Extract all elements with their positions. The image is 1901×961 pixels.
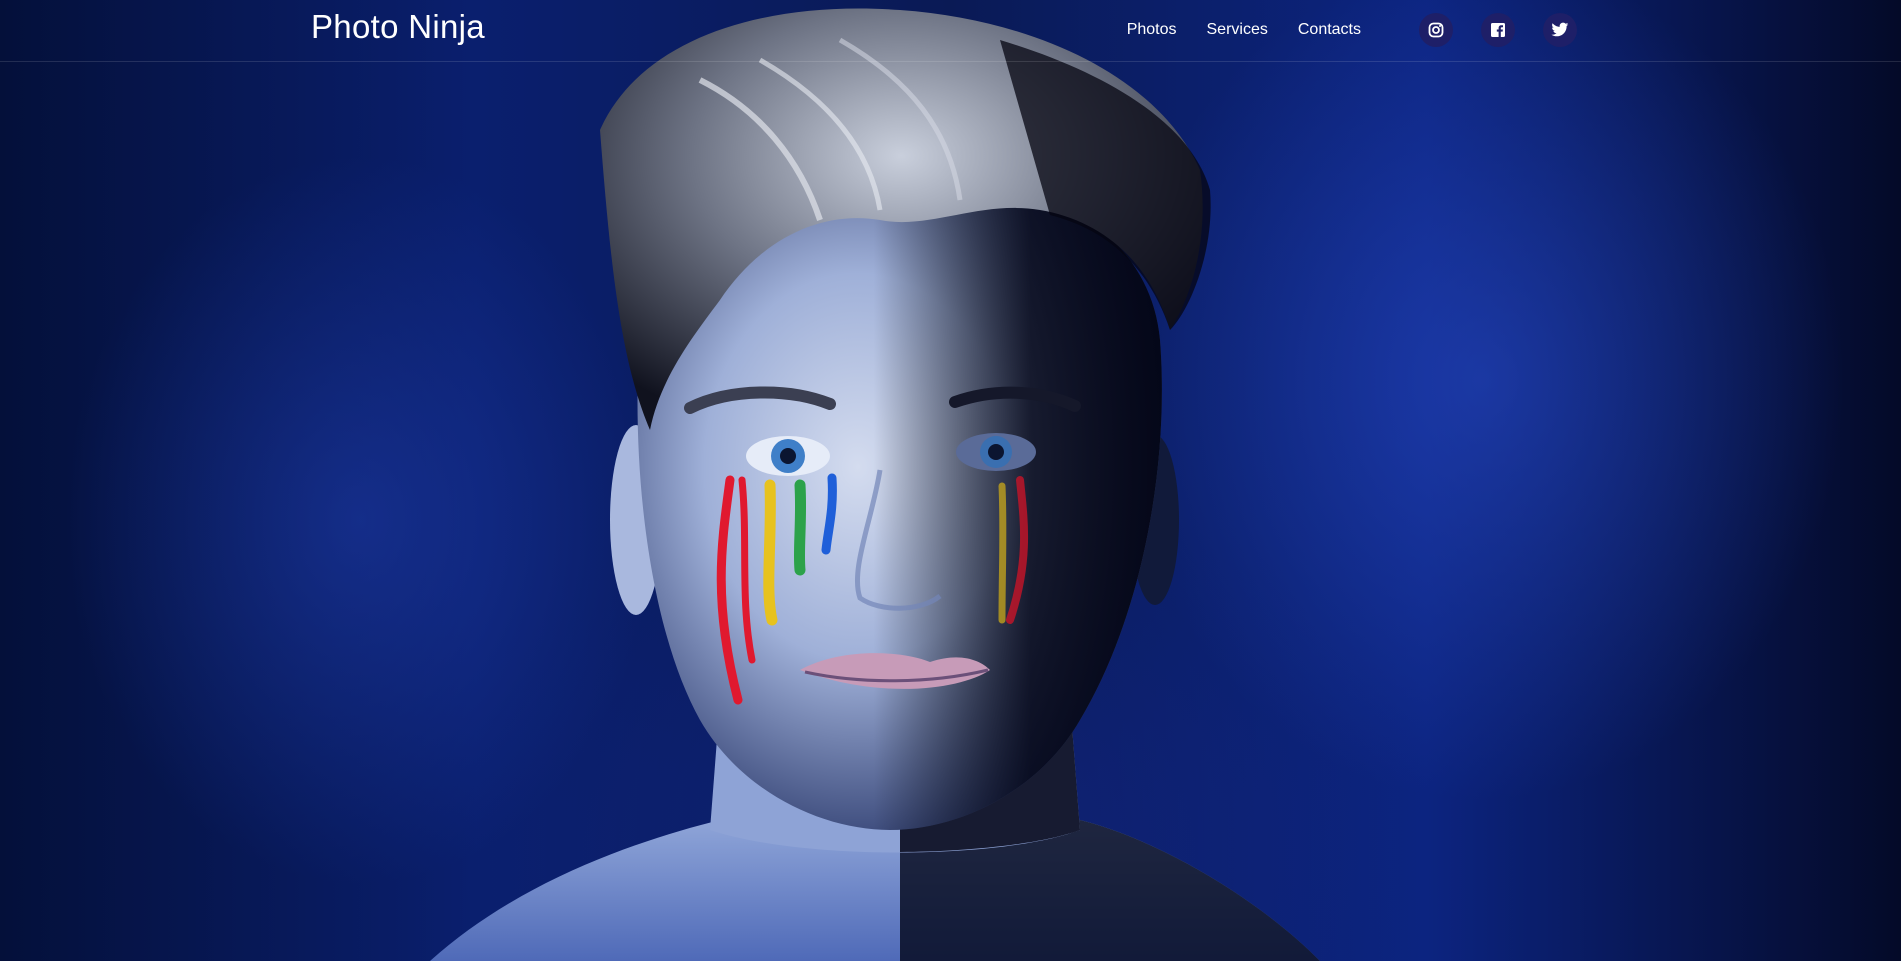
- hero-section: Photo Ninja Photos Services Contacts: [0, 0, 1901, 961]
- nav-link-photos[interactable]: Photos: [1127, 21, 1177, 39]
- facebook-link[interactable]: [1481, 13, 1515, 47]
- nav-link-contacts[interactable]: Contacts: [1298, 21, 1361, 39]
- brand-logo-link[interactable]: Photo Ninja: [311, 8, 485, 46]
- instagram-icon: [1428, 22, 1444, 38]
- instagram-link[interactable]: [1419, 13, 1453, 47]
- main-nav: Photos Services Contacts: [1127, 12, 1577, 48]
- top-navigation-bar: Photo Ninja Photos Services Contacts: [0, 0, 1901, 62]
- twitter-icon: [1551, 22, 1569, 37]
- twitter-link[interactable]: [1543, 13, 1577, 47]
- nav-link-services[interactable]: Services: [1207, 21, 1268, 39]
- hero-portrait-image: [430, 8, 1320, 961]
- facebook-icon: [1491, 23, 1505, 37]
